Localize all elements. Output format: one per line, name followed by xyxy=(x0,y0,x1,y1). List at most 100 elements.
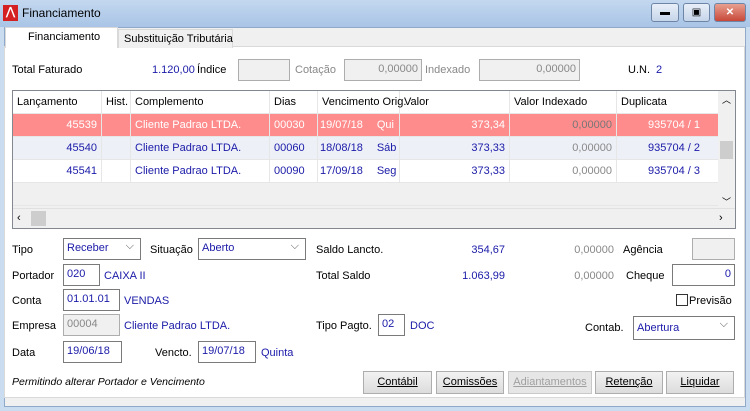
window-title: Financiamento xyxy=(22,6,101,20)
vertical-scrollbar[interactable]: ︿ ﹀ xyxy=(718,91,735,208)
status-message: Permitindo alterar Portador e Vencimento xyxy=(12,376,205,388)
col-valor[interactable]: Valor xyxy=(400,91,510,113)
tipo-label: Tipo xyxy=(12,244,33,256)
maximize-button[interactable]: ▣ xyxy=(683,3,710,22)
due-weekday: Seg xyxy=(376,165,397,177)
cell-vidx: 0,00000 xyxy=(510,160,617,182)
cell-hist xyxy=(102,137,131,159)
col-lancamento[interactable]: Lançamento xyxy=(13,91,102,113)
previsao-label[interactable]: Previsão xyxy=(689,295,732,307)
contabil-button[interactable]: Contábil xyxy=(363,371,432,394)
conta-input[interactable]: 01.01.01 xyxy=(63,289,120,311)
portador-label: Portador xyxy=(12,270,55,282)
cell-dias: 00030 xyxy=(270,114,318,136)
scroll-left-icon[interactable]: ‹ xyxy=(17,212,21,224)
conta-label: Conta xyxy=(12,295,42,307)
cheque-label: Cheque xyxy=(626,270,665,282)
col-duplicata[interactable]: Duplicata xyxy=(617,91,718,113)
total-saldo-label: Total Saldo xyxy=(316,270,371,282)
cell-dias: 00090 xyxy=(270,160,318,182)
hscroll-thumb[interactable] xyxy=(31,211,46,226)
table-row[interactable]: 45541 Cliente Padrao LTDA. 00090 17/09/18 Se… xyxy=(13,160,718,183)
agencia-input[interactable] xyxy=(692,238,735,260)
previsao-checkbox[interactable] xyxy=(676,294,688,306)
cell-valor: 373,33 xyxy=(400,137,510,159)
col-valor-indexado[interactable]: Valor Indexado xyxy=(510,91,617,113)
col-hist[interactable]: Hist. xyxy=(102,91,131,113)
cell-vidx: 0,00000 xyxy=(510,114,617,136)
vencto-input[interactable]: 19/07/18 xyxy=(198,341,256,363)
data-input[interactable]: 19/06/18 xyxy=(63,341,122,363)
agencia-label: Agência xyxy=(623,244,663,256)
close-button[interactable]: ✕ xyxy=(714,3,746,22)
cell-dup: 935704 / 1 xyxy=(648,119,700,131)
table-row[interactable]: 45540 Cliente Padrao LTDA. 00060 18/08/18 Sá… xyxy=(13,137,718,160)
empresa-input[interactable]: 00004 xyxy=(63,314,120,336)
cotacao-input[interactable]: 0,00000 xyxy=(344,59,422,81)
saldo-lancto-indexado: 0,00000 xyxy=(574,244,614,256)
vencto-weekday: Quinta xyxy=(261,347,294,359)
un-label: U.N. xyxy=(628,64,650,76)
cell-hist xyxy=(102,160,131,182)
cell-valor: 373,34 xyxy=(400,114,510,136)
cell-venc: 17/09/18 Seg xyxy=(318,160,400,182)
empty-row xyxy=(13,183,718,206)
saldo-lancto-label: Saldo Lancto. xyxy=(316,244,384,256)
portador-input[interactable]: 020 xyxy=(63,264,100,286)
cell-comp: Cliente Padrao LTDA. xyxy=(131,114,270,136)
indexado-input[interactable]: 0,00000 xyxy=(479,59,580,81)
indice-input[interactable] xyxy=(238,59,290,81)
total-faturado-label: Total Faturado xyxy=(12,64,83,76)
scroll-thumb[interactable] xyxy=(720,141,733,159)
col-complemento[interactable]: Complemento xyxy=(131,91,270,113)
col-vencimento[interactable]: Vencimento Orig. xyxy=(318,91,406,113)
tab-financiamento[interactable]: Financiamento xyxy=(5,27,118,48)
retencao-button[interactable]: Retenção xyxy=(595,371,663,394)
tipo-pagto-input[interactable]: 02 xyxy=(378,314,405,336)
title-bar xyxy=(0,0,750,27)
liquidar-button[interactable]: Liquidar xyxy=(666,371,734,394)
data-label: Data xyxy=(12,347,36,359)
due-weekday: Qui xyxy=(376,119,394,131)
cell-valor: 373,33 xyxy=(400,160,510,182)
cell-venc: 19/07/18 Qui xyxy=(318,114,400,136)
tipo-select[interactable]: Receber xyxy=(63,238,141,260)
tipo-pagto-label: Tipo Pagto. xyxy=(316,320,372,332)
empresa-name: Cliente Padrao LTDA. xyxy=(124,320,231,332)
saldo-lancto-value: 354,67 xyxy=(471,244,505,256)
vencto-label: Vencto. xyxy=(155,347,192,359)
table-row[interactable]: 45539 Cliente Padrao LTDA. 00030 19/07/18 Qu… xyxy=(13,114,718,137)
scroll-right-icon[interactable]: › xyxy=(719,212,723,224)
situacao-select[interactable]: Aberto xyxy=(198,238,306,260)
cheque-input[interactable]: 0 xyxy=(672,264,735,286)
scroll-down-icon[interactable]: ﹀ xyxy=(722,195,731,208)
portador-name: CAIXA II xyxy=(104,270,146,282)
col-dias[interactable]: Dias xyxy=(270,91,318,113)
cell-lanc: 45540 xyxy=(13,137,102,159)
minimize-button[interactable]: ▬ xyxy=(651,3,679,22)
empresa-label: Empresa xyxy=(12,320,57,332)
due-weekday: Sáb xyxy=(376,142,397,154)
situacao-label: Situação xyxy=(150,244,193,256)
cell-dias: 00060 xyxy=(270,137,318,159)
indexado-label: Indexado xyxy=(425,64,471,76)
tipo-pagto-name: DOC xyxy=(410,320,435,332)
cell-venc: 18/08/18 Sáb xyxy=(318,137,400,159)
total-faturado-value: 1.120,00 xyxy=(152,64,195,76)
due-date: 18/08/18 xyxy=(320,142,363,154)
horizontal-scrollbar[interactable]: ‹ › xyxy=(13,208,735,228)
app-icon: ⋀ xyxy=(3,5,18,21)
contab-select[interactable]: Abertura xyxy=(633,316,735,340)
contab-label: Contab. xyxy=(585,322,624,334)
cell-dup: 935704 / 3 xyxy=(648,165,700,177)
tab-substituicao-tributaria[interactable]: Substituição Tributária xyxy=(118,29,233,48)
cell-vidx: 0,00000 xyxy=(510,137,617,159)
cell-hist xyxy=(102,114,131,136)
cell-comp: Cliente Padrao LTDA. xyxy=(131,137,270,159)
scroll-up-icon[interactable]: ︿ xyxy=(722,93,731,106)
due-date: 17/09/18 xyxy=(320,165,363,177)
adiantamentos-button[interactable]: Adiantamentos xyxy=(508,371,592,394)
indice-label: Índice xyxy=(197,64,227,76)
comissoes-button[interactable]: Comissões xyxy=(436,371,504,394)
cell-dup: 935704 / 2 xyxy=(648,142,700,154)
